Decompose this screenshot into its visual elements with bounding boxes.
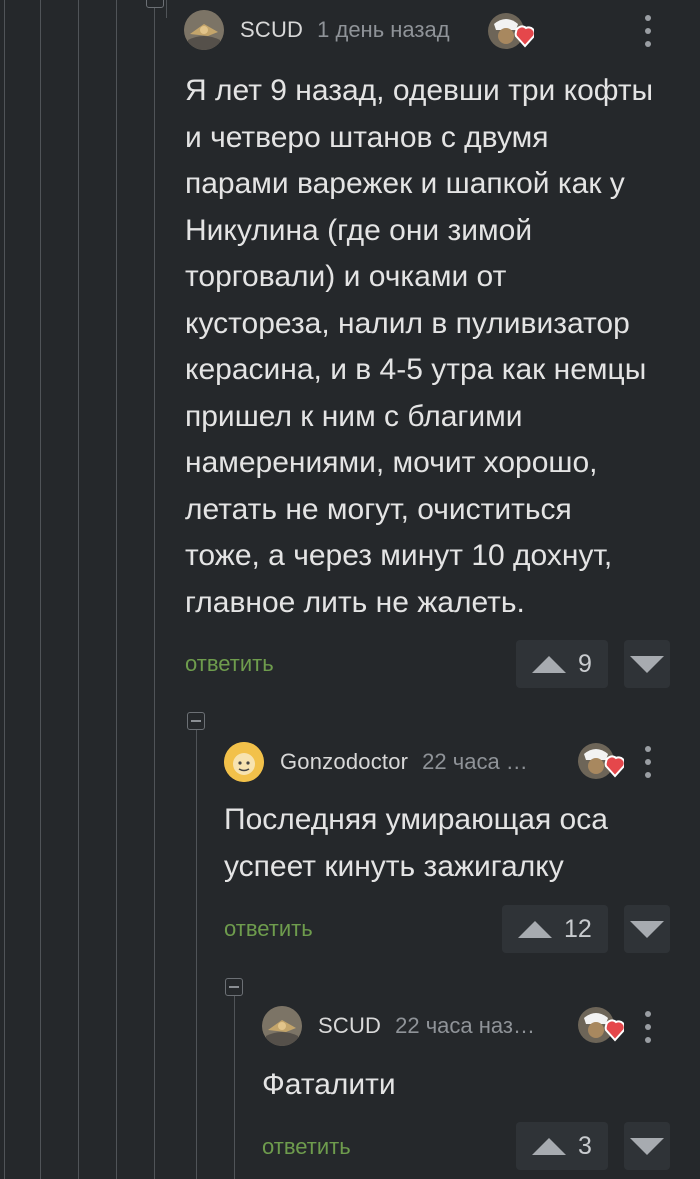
reply-button[interactable]: ответить — [262, 1134, 351, 1160]
comment-text: Фаталити — [262, 1062, 662, 1109]
comment-text-line: Я лет 9 назад, одевши три кофты — [185, 74, 654, 107]
comment: Gonzodoctor 22 часа … Последняя умирающа… — [0, 700, 700, 970]
avatar[interactable] — [262, 1006, 302, 1046]
avatar[interactable] — [224, 742, 264, 782]
comment: SCUD 1 день назад Я лет 9 назад, одевши … — [0, 0, 700, 700]
comment-text-line: керасина, и в 4-5 утра как немцы — [185, 353, 647, 386]
award-heart-badge[interactable] — [488, 12, 536, 52]
author-name[interactable]: SCUD — [318, 1013, 381, 1039]
comment-text-line: парами варежек и шапкой как у — [185, 167, 625, 200]
comment-text-line: кустореза, налил в пуливизатор — [185, 306, 630, 340]
upvote-arrow-icon — [518, 920, 552, 938]
comment-text-line: главное лить не жалеть. — [185, 585, 525, 619]
comment: SCUD 22 часа наз… Фаталити ответить 3 — [0, 970, 700, 1179]
downvote-arrow-icon — [630, 655, 664, 673]
rating-count: 9 — [578, 649, 592, 678]
comment-text: Последняя умирающая оса успеет кинуть за… — [224, 797, 674, 890]
upvote-button[interactable]: 3 — [516, 1122, 608, 1170]
comment-text-line: намерениями, мочит хорошо, — [185, 446, 598, 479]
author-name[interactable]: SCUD — [240, 17, 303, 43]
comment-text-line: и четверо штанов с двумя — [185, 120, 549, 154]
comment-header: SCUD 1 день назад — [184, 10, 484, 50]
comment-thread: SCUD 1 день назад Я лет 9 назад, одевши … — [0, 0, 700, 1179]
comment-time: 22 часа … — [422, 749, 528, 774]
comment-time: 1 день назад — [317, 17, 450, 42]
comment-text-line: летать не могут, очиститься — [185, 492, 572, 526]
comment-time: 22 часа наз… — [395, 1013, 535, 1038]
kebab-menu-icon[interactable] — [636, 745, 660, 779]
downvote-button[interactable] — [624, 1122, 670, 1170]
comment-text: Я лет 9 назад, одевши три кофты и четвер… — [185, 68, 685, 626]
author-name[interactable]: Gonzodoctor — [280, 749, 408, 775]
upvote-button[interactable]: 9 — [516, 640, 608, 688]
comment-text-line: Последняя умирающая оса — [224, 803, 608, 836]
comment-text-line: успеет кинуть зажигалку — [224, 849, 564, 883]
comment-header: Gonzodoctor 22 часа … — [224, 742, 554, 782]
kebab-menu-icon[interactable] — [636, 14, 660, 48]
reply-button[interactable]: ответить — [224, 916, 313, 942]
rating-count: 3 — [578, 1131, 592, 1160]
upvote-button[interactable]: 12 — [502, 905, 608, 953]
comment-header: SCUD 22 часа наз… — [262, 1006, 552, 1046]
rating-count: 12 — [564, 914, 592, 943]
kebab-menu-icon[interactable] — [636, 1010, 660, 1044]
comment-text-line: пришел к ним с благими — [185, 399, 523, 433]
downvote-arrow-icon — [630, 920, 664, 938]
downvote-button[interactable] — [624, 905, 670, 953]
comment-text-line: Никулина (где они зимой — [185, 213, 533, 247]
downvote-arrow-icon — [630, 1137, 664, 1155]
award-heart-badge[interactable] — [578, 1006, 626, 1046]
comment-text-line: торговали) и очками от — [185, 260, 507, 293]
reply-button[interactable]: ответить — [185, 651, 274, 677]
upvote-arrow-icon — [532, 1137, 566, 1155]
comment-text-line: тоже, а через минут 10 дохнут, — [185, 539, 613, 572]
downvote-button[interactable] — [624, 640, 670, 688]
avatar[interactable] — [184, 10, 224, 50]
award-heart-badge[interactable] — [578, 742, 626, 782]
upvote-arrow-icon — [532, 655, 566, 673]
comment-text-line: Фаталити — [262, 1068, 396, 1101]
